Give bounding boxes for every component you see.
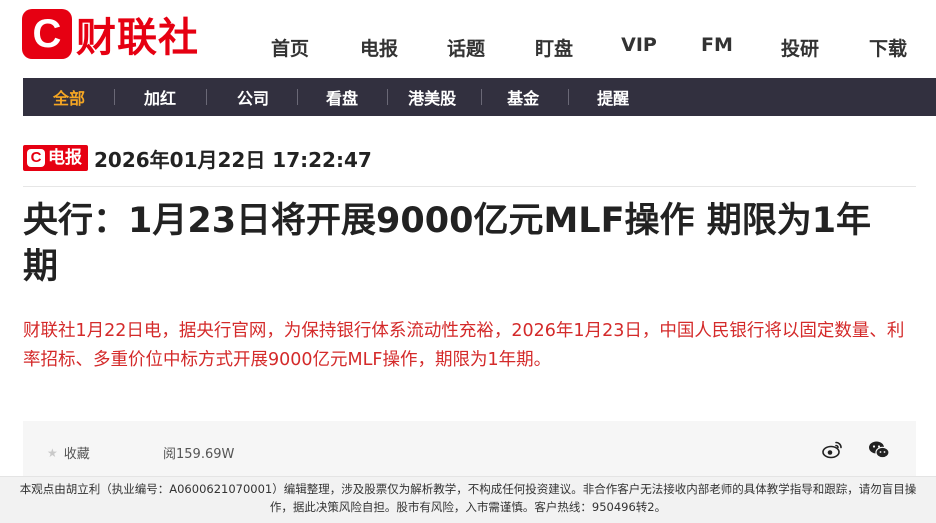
tab-funds[interactable]: 基金 [507, 85, 539, 109]
nav-watch[interactable]: 盯盘 [535, 34, 573, 61]
tab-company[interactable]: 公司 [237, 85, 269, 109]
tab-hk-us-stocks[interactable]: 港美股 [408, 85, 456, 109]
nav-telegraph[interactable]: 电报 [360, 34, 398, 61]
article-datetime: 2026年01月22日 17:22:47 [94, 147, 372, 172]
telegraph-category-nav: 全部 加红 公司 看盘 港美股 基金 提醒 [23, 78, 936, 116]
disclaimer-text: 本观点由胡立利（执业编号：A0600621070001）编辑整理，涉及股票仅为解… [19, 482, 917, 514]
nav-download[interactable]: 下载 [869, 34, 907, 61]
favorite-label: 收藏 [63, 447, 90, 462]
wechat-icon[interactable] [868, 439, 890, 461]
read-count: 阅159.69W [163, 447, 235, 462]
site-header: C 财联社 首页 电报 话题 盯盘 VIP FM 投研 下载 [0, 0, 936, 78]
divider [206, 89, 208, 105]
article-dateline: C 电报 2026年01月22日 17:22:47 [23, 144, 372, 172]
divider [23, 186, 916, 187]
risk-disclaimer: 本观点由胡立利（执业编号：A0600621070001）编辑整理，涉及股票仅为解… [0, 476, 936, 523]
favorite-button[interactable]: ★ 收藏 [47, 443, 90, 463]
divider [387, 89, 389, 105]
divider [568, 89, 570, 105]
telegraph-tag: C 电报 [23, 145, 88, 171]
cls-logo-icon: C [27, 149, 45, 167]
tab-market[interactable]: 看盘 [326, 85, 358, 109]
article-summary: 财联社1月22日电，据央行官网，为保持银行体系流动性充裕，2026年1月23日，… [23, 321, 905, 370]
tab-all[interactable]: 全部 [53, 85, 85, 109]
article-headline: 央行：1月23日将开展9000亿元MLF操作 期限为1年期 [23, 201, 872, 287]
nav-research[interactable]: 投研 [781, 34, 819, 61]
tab-highlight[interactable]: 加红 [144, 85, 176, 109]
tag-label: 电报 [48, 148, 82, 168]
nav-fm[interactable]: FM [701, 34, 733, 56]
nav-topics[interactable]: 话题 [447, 34, 485, 61]
divider [481, 89, 483, 105]
star-icon: ★ [47, 445, 58, 460]
divider [114, 89, 116, 105]
tab-reminders[interactable]: 提醒 [597, 85, 629, 109]
nav-vip[interactable]: VIP [621, 34, 657, 56]
main-nav: 首页 电报 话题 盯盘 VIP FM 投研 下载 [0, 34, 936, 60]
weibo-icon[interactable] [822, 439, 844, 461]
divider [297, 89, 299, 105]
article-action-bar: ★ 收藏 阅159.69W [23, 421, 916, 476]
nav-home[interactable]: 首页 [271, 34, 309, 61]
